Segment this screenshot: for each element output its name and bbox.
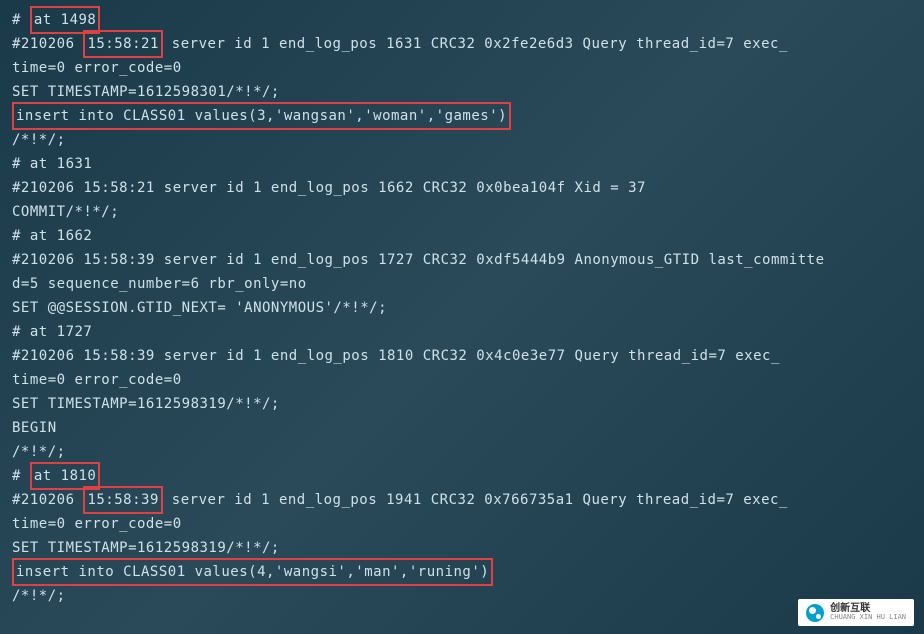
- log-line-set-gtid: SET @@SESSION.GTID_NEXT= 'ANONYMOUS'/*!*…: [12, 296, 912, 320]
- log-line-insert-1: insert into CLASS01 values(3,'wangsan','…: [12, 104, 912, 128]
- log-line: time=0 error_code=0: [12, 56, 912, 80]
- text: #: [12, 12, 30, 28]
- text: #210206: [12, 492, 83, 508]
- watermark: 创新互联 CHUANG XIN HU LIAN: [798, 599, 914, 626]
- log-line: /*!*/;: [12, 584, 912, 608]
- log-line: /*!*/;: [12, 128, 912, 152]
- watermark-en: CHUANG XIN HU LIAN: [830, 614, 906, 622]
- highlight-insert-statement: insert into CLASS01 values(3,'wangsan','…: [12, 102, 511, 130]
- log-line-set-timestamp: SET TIMESTAMP=1612598319/*!*/;: [12, 536, 912, 560]
- log-line-at-1498: # at 1498: [12, 8, 912, 32]
- log-line: /*!*/;: [12, 440, 912, 464]
- log-line-at-1631: # at 1631: [12, 152, 912, 176]
- highlight-timestamp: 15:58:21: [83, 30, 162, 58]
- log-line-sequence: d=5 sequence_number=6 rbr_only=no: [12, 272, 912, 296]
- log-line: time=0 error_code=0: [12, 368, 912, 392]
- watermark-text: 创新互联 CHUANG XIN HU LIAN: [830, 603, 906, 622]
- log-line-event-3: #210206 15:58:39 server id 1 end_log_pos…: [12, 488, 912, 512]
- log-line-at-1662: # at 1662: [12, 224, 912, 248]
- text: server id 1 end_log_pos 1631 CRC32 0x2fe…: [163, 36, 788, 52]
- watermark-logo-icon: [806, 604, 824, 622]
- text: #: [12, 468, 30, 484]
- log-line: time=0 error_code=0: [12, 512, 912, 536]
- log-line-begin: BEGIN: [12, 416, 912, 440]
- log-line-xid: #210206 15:58:21 server id 1 end_log_pos…: [12, 176, 912, 200]
- log-line-gtid: #210206 15:58:39 server id 1 end_log_pos…: [12, 248, 912, 272]
- log-line-event-2: #210206 15:58:39 server id 1 end_log_pos…: [12, 344, 912, 368]
- highlight-timestamp: 15:58:39: [83, 486, 162, 514]
- log-line-commit: COMMIT/*!*/;: [12, 200, 912, 224]
- text: #210206: [12, 36, 83, 52]
- log-line-set-timestamp: SET TIMESTAMP=1612598301/*!*/;: [12, 80, 912, 104]
- log-line-set-timestamp: SET TIMESTAMP=1612598319/*!*/;: [12, 392, 912, 416]
- log-line-event-1: #210206 15:58:21 server id 1 end_log_pos…: [12, 32, 912, 56]
- log-line-insert-2: insert into CLASS01 values(4,'wangsi','m…: [12, 560, 912, 584]
- log-line-at-1727: # at 1727: [12, 320, 912, 344]
- text: server id 1 end_log_pos 1941 CRC32 0x766…: [163, 492, 788, 508]
- log-line-at-1810: # at 1810: [12, 464, 912, 488]
- highlight-insert-statement: insert into CLASS01 values(4,'wangsi','m…: [12, 558, 493, 586]
